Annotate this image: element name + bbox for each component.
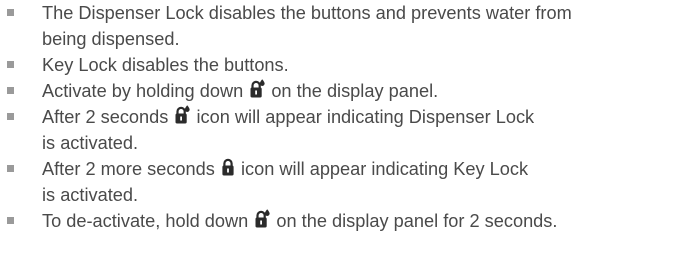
list-item: After 2 more seconds icon will appear in… — [0, 156, 682, 208]
bullet-marker — [7, 217, 14, 224]
list-item-text: After 2 seconds icon will appear indicat… — [42, 105, 535, 127]
list-item-text: is activated. — [42, 133, 139, 153]
list-item-text: being dispensed. — [42, 29, 180, 49]
lock-instructions-list: The Dispenser Lock disables the buttons … — [0, 0, 682, 234]
bullet-marker — [7, 113, 14, 120]
list-item-text: After 2 more seconds icon will appear in… — [42, 157, 529, 179]
list-item-text: The Dispenser Lock disables the buttons … — [42, 3, 572, 23]
list-item: Activate by holding down on the display … — [0, 78, 682, 104]
list-item: Key Lock disables the buttons. — [0, 52, 682, 78]
bullet-marker — [7, 87, 14, 94]
list-item-text: is activated. — [42, 185, 139, 205]
dispenser-lock-icon — [249, 79, 265, 99]
key-lock-icon — [221, 157, 235, 177]
bullet-marker — [7, 61, 14, 68]
list-item-text: Key Lock disables the buttons. — [42, 55, 289, 75]
bullet-marker — [7, 165, 14, 172]
dispenser-lock-icon — [254, 209, 270, 229]
instruction-document: The Dispenser Lock disables the buttons … — [0, 0, 682, 262]
bullet-marker — [7, 9, 14, 16]
list-item: To de-activate, hold down on the display… — [0, 208, 682, 234]
list-item-text: To de-activate, hold down on the display… — [42, 209, 558, 231]
dispenser-lock-icon — [174, 105, 191, 125]
list-item: After 2 seconds icon will appear indicat… — [0, 104, 682, 156]
list-item: The Dispenser Lock disables the buttons … — [0, 0, 682, 52]
list-item-text: Activate by holding down on the display … — [42, 79, 439, 101]
